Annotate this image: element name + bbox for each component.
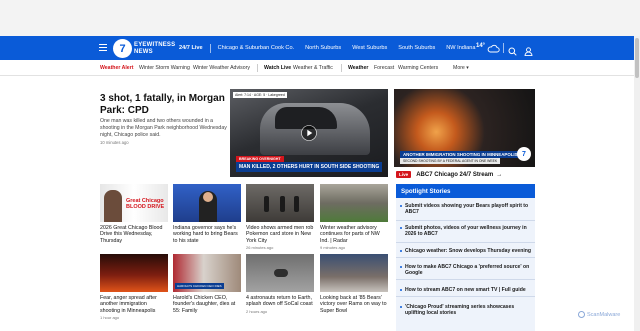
- winter-storm-warning-link[interactable]: Winter Storm Warning: [139, 65, 190, 71]
- thumbnail-text: Great Chicago BLOOD DRIVE: [126, 198, 165, 210]
- story-card[interactable]: Winter weather advisory continues for pa…: [320, 184, 388, 250]
- nav-item-west-suburbs[interactable]: West Suburbs: [352, 45, 387, 51]
- lead-summary: One man was killed and two others wounde…: [100, 118, 227, 138]
- hero-video[interactable]: Alert: 7:14 · AGE: 5 · Lakegreed BREAKIN…: [230, 89, 388, 177]
- weather-temperature[interactable]: 14°: [476, 43, 485, 49]
- spotlight-item[interactable]: How to stream ABC7 on new smart TV | Ful…: [396, 287, 535, 297]
- user-icon[interactable]: [524, 43, 533, 61]
- story-card[interactable]: Fear, anger spread after another immigra…: [100, 254, 168, 320]
- weather-cloud-icon[interactable]: [487, 41, 500, 59]
- nav-item-south-suburbs[interactable]: South Suburbs: [398, 45, 435, 51]
- spotlight-item[interactable]: How to make ABC7 Chicago a 'preferred so…: [396, 264, 535, 280]
- hero-tag: Alert: 7:14 · AGE: 5 · Lakegreed: [233, 92, 287, 98]
- main-nav: 24/7 Live Chicago & Suburban Cook Co. No…: [179, 36, 487, 60]
- nav-divider: [209, 43, 211, 53]
- thumbnail-text: HAROLD'S CHICKEN CEO DIES: [175, 283, 224, 289]
- spotlight-item[interactable]: 'Chicago Proud' streaming series showcas…: [396, 304, 535, 321]
- story-title[interactable]: 2026 Great Chicago Blood Drive this Wedn…: [100, 225, 168, 244]
- story-timestamp: 1 hour ago: [100, 315, 120, 321]
- spotlight-item[interactable]: Chicago weather: Snow develops Thursday …: [396, 248, 535, 258]
- abc7-bug-icon: 7: [517, 147, 531, 161]
- bullet-icon: [400, 250, 402, 252]
- story-card[interactable]: Looking back at '85 Bears' victory over …: [320, 254, 388, 314]
- more-menu[interactable]: More ▾: [453, 65, 469, 71]
- nav-item-live[interactable]: 24/7 Live: [179, 45, 203, 51]
- story-thumbnail: [246, 254, 314, 292]
- story-thumbnail: [173, 184, 241, 222]
- story-card[interactable]: HAROLD'S CHICKEN CEO DIES Harold's Chick…: [173, 254, 241, 314]
- watermark-text: ScanMalware: [587, 311, 621, 318]
- lead-timestamp: 10 minutes ago: [100, 140, 129, 145]
- secondary-video[interactable]: ANOTHER IMMIGRATION SHOOTING IN MINNEAPO…: [394, 89, 535, 167]
- story-card[interactable]: Indiana governor says he's working hard …: [173, 184, 241, 244]
- stream-label[interactable]: ABC7 Chicago 24/7 Stream: [416, 172, 493, 178]
- subnav-divider: [341, 64, 342, 72]
- forecast-link[interactable]: Forecast: [374, 65, 394, 71]
- story-timestamp: 2 hours ago: [246, 308, 268, 314]
- story-thumbnail: Great Chicago BLOOD DRIVE: [100, 184, 168, 222]
- story-title[interactable]: Winter weather advisory continues for pa…: [320, 225, 388, 244]
- site-header: 7 EYEWITNESS NEWS 24/7 Live Chicago & Su…: [0, 36, 634, 60]
- watch-live-label[interactable]: Watch Live: [264, 65, 291, 71]
- menu-icon[interactable]: [99, 44, 107, 51]
- story-timestamp: 26 minutes ago: [246, 245, 274, 251]
- story-title[interactable]: Fear, anger spread after another immigra…: [100, 295, 168, 314]
- logo-mark: 7: [113, 39, 132, 58]
- weather-alert-label[interactable]: Weather Alert: [100, 65, 133, 71]
- watermark: ScanMalware: [578, 311, 620, 318]
- spotlight-item[interactable]: Submit videos showing your Bears playoff…: [396, 203, 535, 221]
- hero-banner-main: MAN KILLED, 2 OTHERS HURT IN SOUTH SIDE …: [236, 162, 383, 172]
- video-banner-sub: SECOND SHOOTING BY A FEDERAL AGENT IN ON…: [400, 158, 501, 164]
- live-stream-link[interactable]: Live ABC7 Chicago 24/7 Stream →: [396, 171, 502, 178]
- nav-item-nw-indiana[interactable]: NW Indiana: [446, 45, 475, 51]
- story-card[interactable]: 4 astronauts return to Earth, splash dow…: [246, 254, 314, 314]
- weather-label[interactable]: Weather: [348, 65, 368, 71]
- bullet-icon: [400, 205, 402, 207]
- spotlight-item[interactable]: Submit photos, videos of your wellness j…: [396, 225, 535, 243]
- story-thumbnail: [320, 254, 388, 292]
- video-banner-main: ANOTHER IMMIGRATION SHOOTING IN MINNEAPO…: [400, 151, 521, 158]
- story-title[interactable]: Indiana governor says he's working hard …: [173, 225, 241, 244]
- spotlight-title: Spotlight Stories: [396, 184, 535, 198]
- story-title[interactable]: Harold's Chicken CEO, founder's daughter…: [173, 295, 241, 314]
- logo-line1: EYEWITNESS: [134, 42, 176, 48]
- story-card[interactable]: Video shows armed men rob Pokemon card s…: [246, 184, 314, 250]
- winter-weather-advisory-link[interactable]: Winter Weather Advisory: [193, 65, 250, 71]
- story-thumbnail: HAROLD'S CHICKEN CEO DIES: [173, 254, 241, 292]
- bullet-icon: [400, 306, 402, 308]
- arrow-right-icon: →: [496, 171, 503, 178]
- weather-traffic-link[interactable]: Weather & Traffic: [293, 65, 333, 71]
- bullet-icon: [400, 289, 402, 291]
- live-badge: Live: [396, 171, 412, 178]
- story-title[interactable]: Video shows armed men rob Pokemon card s…: [246, 225, 314, 244]
- warming-centers-link[interactable]: Warming Centers: [398, 65, 438, 71]
- page-scrollbar[interactable]: [634, 36, 640, 331]
- logo-line2: NEWS: [134, 48, 153, 55]
- ad-banner-area: [0, 0, 640, 36]
- story-title[interactable]: 4 astronauts return to Earth, splash dow…: [246, 295, 314, 308]
- nav-item-north-suburbs[interactable]: North Suburbs: [305, 45, 341, 51]
- bullet-icon: [400, 227, 402, 229]
- search-icon[interactable]: [508, 43, 517, 61]
- bullet-icon: [400, 266, 402, 268]
- story-title[interactable]: Looking back at '85 Bears' victory over …: [320, 295, 388, 314]
- watermark-icon: [578, 311, 585, 318]
- scrollbar-thumb[interactable]: [635, 38, 639, 78]
- sub-nav: Weather Alert Winter Storm Warning Winte…: [0, 60, 634, 76]
- story-thumbnail: [320, 184, 388, 222]
- story-card[interactable]: Great Chicago BLOOD DRIVE 2026 Great Chi…: [100, 184, 168, 244]
- story-thumbnail: [100, 254, 168, 292]
- lead-headline[interactable]: 3 shot, 1 fatally, in Morgan Park: CPD: [100, 93, 225, 116]
- site-logo[interactable]: 7 EYEWITNESS NEWS: [113, 39, 175, 58]
- story-thumbnail: [246, 184, 314, 222]
- nav-item-chicago[interactable]: Chicago & Suburban Cook Co.: [218, 45, 295, 51]
- subnav-divider: [257, 64, 258, 72]
- story-timestamp: 9 minutes ago: [320, 245, 346, 251]
- play-icon[interactable]: [301, 125, 317, 141]
- spotlight-panel: Spotlight Stories Submit videos showing …: [396, 184, 535, 331]
- header-divider: [503, 43, 504, 53]
